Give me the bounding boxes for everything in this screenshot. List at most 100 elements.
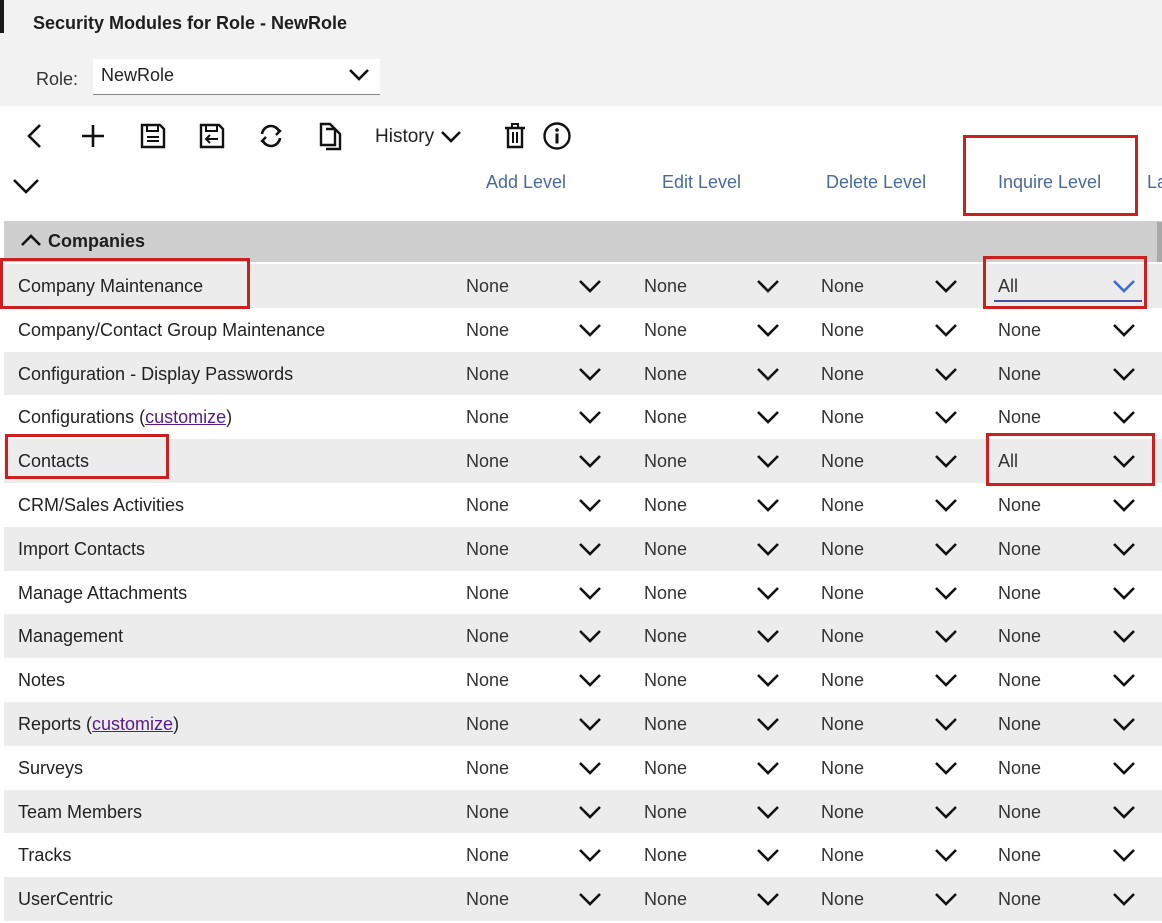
add-level-select[interactable]: None <box>466 308 608 351</box>
scrollbar-thumb[interactable] <box>1157 222 1162 262</box>
add-level-select[interactable]: None <box>466 395 608 438</box>
table-row: Configuration - Display Passwords None Non… <box>4 351 1162 396</box>
inquire-level-select[interactable]: None <box>998 877 1142 920</box>
edit-level-select[interactable]: None <box>644 264 786 307</box>
column-header-inquire-level[interactable]: Inquire Level <box>998 172 1101 193</box>
delete-level-value: None <box>821 889 865 910</box>
edit-level-select[interactable]: None <box>644 614 786 657</box>
inquire-level-select[interactable]: All <box>998 439 1142 482</box>
column-header-add-level[interactable]: Add Level <box>486 172 566 193</box>
edit-level-select[interactable]: None <box>644 527 786 570</box>
inquire-level-select[interactable]: None <box>998 790 1142 833</box>
inquire-level-select[interactable]: None <box>998 571 1142 614</box>
inquire-level-select[interactable]: None <box>998 527 1142 570</box>
edit-level-select[interactable]: None <box>644 395 786 438</box>
save-icon[interactable] <box>138 118 168 154</box>
delete-level-select[interactable]: None <box>821 527 964 570</box>
role-select[interactable]: NewRole <box>93 59 380 95</box>
delete-level-select[interactable]: None <box>821 746 964 789</box>
inquire-level-select[interactable]: None <box>998 308 1142 351</box>
edit-level-value: None <box>644 276 688 296</box>
delete-level-select[interactable]: None <box>821 395 964 438</box>
edit-level-select[interactable]: None <box>644 658 786 701</box>
delete-level-select[interactable]: None <box>821 614 964 657</box>
inquire-level-select[interactable]: None <box>998 352 1142 395</box>
delete-level-select[interactable]: None <box>821 264 964 307</box>
delete-level-select[interactable]: None <box>821 790 964 833</box>
add-level-select[interactable]: None <box>466 790 608 833</box>
add-level-select[interactable]: None <box>466 439 608 482</box>
add-level-select[interactable]: None <box>466 877 608 920</box>
column-header-edit-level[interactable]: Edit Level <box>662 172 741 193</box>
edit-level-select[interactable]: None <box>644 877 786 920</box>
inquire-level-value: None <box>998 538 1042 559</box>
delete-level-select[interactable]: None <box>821 658 964 701</box>
edit-level-select[interactable]: None <box>644 352 786 395</box>
chevron-down-icon <box>934 716 958 737</box>
edit-level-select[interactable]: None <box>644 790 786 833</box>
add-level-select[interactable]: None <box>466 527 608 570</box>
table-row: Reports (customize) None None None None <box>4 701 1162 746</box>
add-level-select[interactable]: None <box>466 746 608 789</box>
edit-level-select[interactable]: None <box>644 571 786 614</box>
customize-link[interactable]: customize <box>92 714 173 734</box>
chevron-down-icon <box>756 497 780 518</box>
delete-level-select[interactable]: None <box>821 702 964 745</box>
add-level-select[interactable]: None <box>466 264 608 307</box>
edit-level-select[interactable]: None <box>644 439 786 482</box>
module-name-text: Configuration - Display Passwords <box>18 363 294 384</box>
inquire-level-select[interactable]: None <box>998 658 1142 701</box>
edit-level-select[interactable]: None <box>644 702 786 745</box>
inquire-level-select[interactable]: None <box>998 483 1142 526</box>
delete-level-select[interactable]: None <box>821 439 964 482</box>
chevron-down-icon <box>1112 585 1136 606</box>
inquire-level-select[interactable]: None <box>998 395 1142 438</box>
add-level-select[interactable]: None <box>466 352 608 395</box>
copy-icon[interactable] <box>316 118 346 154</box>
delete-level-select[interactable]: None <box>821 833 964 876</box>
chevron-down-icon <box>756 278 780 299</box>
delete-level-value: None <box>821 670 865 691</box>
chevron-down-icon <box>578 322 602 343</box>
add-level-select[interactable]: None <box>466 483 608 526</box>
add-icon[interactable] <box>78 118 108 154</box>
delete-level-value: None <box>821 363 865 384</box>
inquire-level-select[interactable]: None <box>998 833 1142 876</box>
delete-level-select[interactable]: None <box>821 308 964 351</box>
back-icon[interactable] <box>20 118 50 154</box>
add-level-select[interactable]: None <box>466 833 608 876</box>
chevron-down-icon <box>934 278 958 299</box>
module-name: Tracks <box>18 845 71 866</box>
delete-level-value: None <box>821 757 865 778</box>
inquire-level-select[interactable]: None <box>998 746 1142 789</box>
trash-icon[interactable] <box>500 118 530 154</box>
chevron-down-icon <box>578 366 602 387</box>
chevron-down-icon[interactable] <box>12 176 40 201</box>
column-header-partial[interactable]: La <box>1147 172 1162 193</box>
save-close-icon[interactable] <box>197 118 227 154</box>
edit-level-select[interactable]: None <box>644 308 786 351</box>
inquire-level-select[interactable]: None <box>998 702 1142 745</box>
add-level-select[interactable]: None <box>466 658 608 701</box>
edit-level-value: None <box>644 626 688 647</box>
delete-level-select[interactable]: None <box>821 877 964 920</box>
edit-level-select[interactable]: None <box>644 833 786 876</box>
edit-level-value: None <box>644 494 688 515</box>
edit-level-select[interactable]: None <box>644 746 786 789</box>
column-header-delete-level[interactable]: Delete Level <box>826 172 926 193</box>
customize-link[interactable]: customize <box>145 407 226 427</box>
info-icon[interactable] <box>542 118 572 154</box>
refresh-icon[interactable] <box>256 118 286 154</box>
chevron-down-icon <box>578 760 602 781</box>
group-header-companies[interactable]: Companies <box>4 221 1162 262</box>
history-menu[interactable]: History <box>375 126 462 148</box>
add-level-select[interactable]: None <box>466 702 608 745</box>
delete-level-select[interactable]: None <box>821 352 964 395</box>
delete-level-select[interactable]: None <box>821 483 964 526</box>
add-level-select[interactable]: None <box>466 571 608 614</box>
add-level-select[interactable]: None <box>466 614 608 657</box>
inquire-level-select[interactable]: None <box>998 614 1142 657</box>
page-title: Security Modules for Role - NewRole <box>33 13 348 33</box>
edit-level-select[interactable]: None <box>644 483 786 526</box>
delete-level-select[interactable]: None <box>821 571 964 614</box>
